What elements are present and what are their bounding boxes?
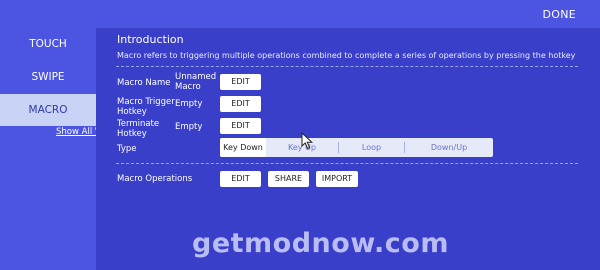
edit-macro-name-button[interactable]: EDIT — [220, 74, 261, 90]
type-option-loop[interactable]: Loop — [339, 138, 404, 157]
edit-terminate-hotkey-button[interactable]: EDIT — [220, 118, 261, 134]
terminate-hotkey-label: Terminate Hotkey — [117, 119, 160, 139]
top-bar: DONE — [0, 0, 600, 28]
divider — [116, 66, 578, 67]
sidebar: TOUCH SWIPE MACRO — [0, 28, 96, 270]
edit-trigger-hotkey-button[interactable]: EDIT — [220, 96, 261, 112]
type-label: Type — [117, 144, 137, 154]
import-button[interactable]: IMPORT — [316, 171, 358, 187]
sidebar-item-macro[interactable]: MACRO — [0, 94, 96, 126]
intro-title: Introduction — [117, 33, 184, 46]
macro-operations-label: Macro Operations — [117, 174, 193, 184]
intro-description: Macro refers to triggering multiple oper… — [117, 51, 576, 60]
edit-operations-button[interactable]: EDIT — [220, 171, 261, 187]
mouse-pointer-icon — [301, 131, 315, 154]
show-all-link[interactable]: Show All V — [56, 127, 96, 137]
share-button[interactable]: SHARE — [268, 171, 309, 187]
watermark: getmodnow.com — [192, 228, 449, 259]
type-option-key-down[interactable]: Key Down — [220, 138, 266, 157]
type-segmented-control: Key Down Key Up Loop Down/Up — [220, 138, 493, 157]
trigger-hotkey-value: Empty — [175, 99, 203, 109]
terminate-hotkey-value: Empty — [175, 122, 203, 132]
sidebar-item-touch[interactable]: TOUCH — [0, 28, 96, 60]
type-option-down-up[interactable]: Down/Up — [405, 138, 493, 157]
macro-name-value: Unnamed Macro — [175, 72, 217, 92]
sidebar-item-swipe[interactable]: SWIPE — [0, 61, 96, 93]
done-button[interactable]: DONE — [542, 8, 576, 21]
divider — [116, 163, 578, 164]
trigger-hotkey-label: Macro Trigger Hotkey — [117, 97, 175, 117]
macro-name-label: Macro Name — [117, 78, 171, 88]
